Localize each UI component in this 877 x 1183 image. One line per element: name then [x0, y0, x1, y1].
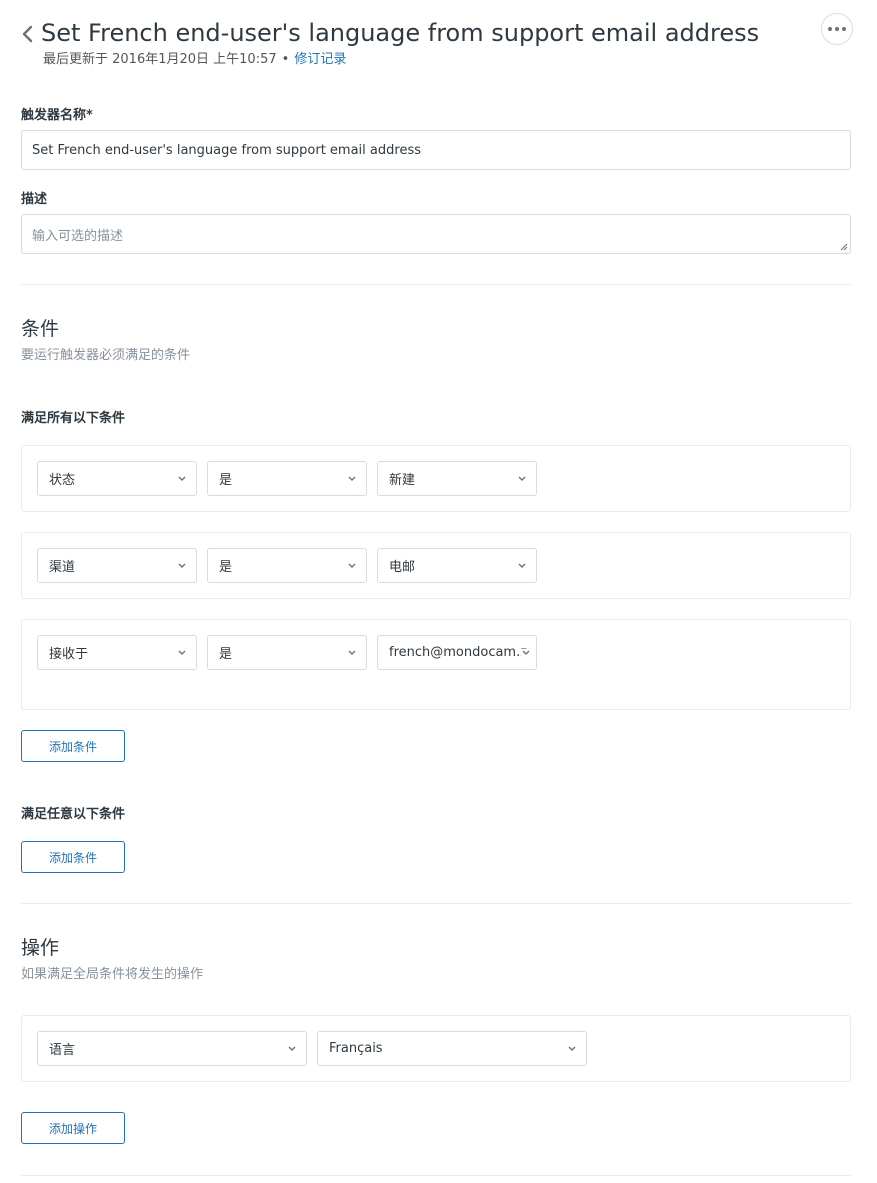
condition-field-select[interactable]: 状态: [37, 461, 197, 496]
select-value: 电邮: [389, 560, 416, 575]
action-value-select[interactable]: Français: [317, 1031, 587, 1066]
chevron-down-icon: [178, 650, 186, 655]
add-condition-any-button[interactable]: 添加条件: [21, 841, 125, 873]
section-divider: [21, 903, 851, 904]
select-value: 语言: [49, 1043, 76, 1058]
select-value: 新建: [389, 473, 416, 488]
condition-value-select[interactable]: 电邮: [377, 548, 537, 583]
chevron-down-icon: [348, 650, 356, 655]
chevron-down-icon: [288, 1046, 296, 1051]
chevron-down-icon: [348, 563, 356, 568]
revisions-link[interactable]: 修订记录: [294, 52, 346, 67]
condition-field-select[interactable]: 接收于: [37, 635, 197, 670]
trigger-editor-page: Set French end-user's language from supp…: [0, 0, 877, 1183]
section-divider: [21, 1175, 851, 1176]
select-value: 是: [219, 560, 233, 575]
condition-operator-select[interactable]: 是: [207, 635, 367, 670]
last-updated-text: 最后更新于 2016年1月20日 上午10:57: [43, 52, 277, 67]
condition-field-select[interactable]: 渠道: [37, 548, 197, 583]
chevron-down-icon: [518, 563, 526, 568]
chevron-left-icon: [22, 25, 32, 43]
more-options-button[interactable]: [821, 13, 853, 45]
actions-subtitle: 如果满足全局条件将发生的操作: [21, 967, 204, 982]
chevron-down-icon: [518, 476, 526, 481]
page-title: Set French end-user's language from supp…: [41, 19, 760, 47]
select-value: 是: [219, 647, 233, 662]
description-textarea[interactable]: 输入可选的描述: [21, 214, 851, 254]
condition-value-select[interactable]: 新建: [377, 461, 537, 496]
select-value: 接收于: [49, 647, 89, 662]
trigger-name-label: 触发器名称*: [21, 108, 93, 123]
chevron-down-icon: [568, 1046, 576, 1051]
resize-grip-icon[interactable]: [840, 243, 848, 251]
select-value: 状态: [49, 473, 76, 488]
chevron-down-icon: [178, 476, 186, 481]
separator-dot: •: [281, 52, 290, 67]
add-condition-all-button[interactable]: 添加条件: [21, 730, 125, 762]
any-conditions-label: 满足任意以下条件: [21, 807, 126, 822]
trigger-name-input[interactable]: Set French end-user's language from supp…: [21, 130, 851, 170]
select-value: Français: [329, 1041, 383, 1056]
last-updated: 最后更新于 2016年1月20日 上午10:57 • 修订记录: [43, 51, 346, 69]
description-label: 描述: [21, 192, 48, 207]
back-button[interactable]: [18, 24, 36, 44]
condition-row: 渠道 是 电邮: [21, 532, 851, 599]
select-value: 是: [219, 473, 233, 488]
action-field-select[interactable]: 语言: [37, 1031, 307, 1066]
all-conditions-label: 满足所有以下条件: [21, 411, 126, 426]
chevron-down-icon: [521, 648, 531, 657]
section-divider: [21, 284, 851, 285]
condition-value-select[interactable]: french@mondocam.z: [377, 635, 537, 670]
dot-icon: [828, 27, 832, 31]
description-placeholder: 输入可选的描述: [32, 229, 124, 244]
conditions-title: 条件: [21, 318, 60, 340]
condition-row: 状态 是 新建: [21, 445, 851, 512]
select-value: french@mondocam.z: [389, 645, 528, 660]
condition-operator-select[interactable]: 是: [207, 548, 367, 583]
condition-operator-select[interactable]: 是: [207, 461, 367, 496]
dot-icon: [835, 27, 839, 31]
condition-row: 接收于 是 french@mondocam.z: [21, 619, 851, 710]
dot-icon: [842, 27, 846, 31]
actions-title: 操作: [21, 937, 60, 959]
chevron-down-icon: [178, 563, 186, 568]
action-row: 语言 Français: [21, 1015, 851, 1082]
select-value: 渠道: [49, 560, 76, 575]
chevron-down-icon: [348, 476, 356, 481]
conditions-subtitle: 要运行触发器必须满足的条件: [21, 348, 191, 363]
add-action-button[interactable]: 添加操作: [21, 1112, 125, 1144]
